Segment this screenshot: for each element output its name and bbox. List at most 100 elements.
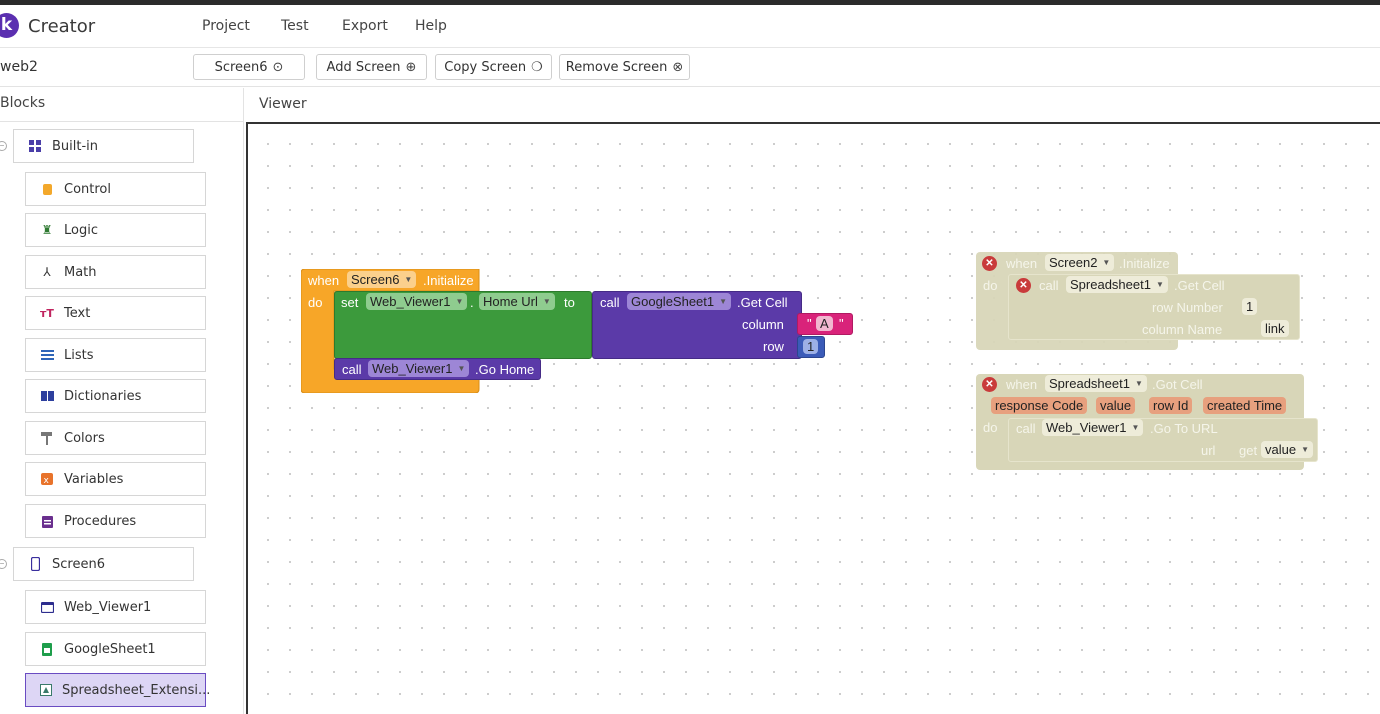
- dropdown-arrow-icon: ▼: [455, 297, 464, 306]
- screen-dropdown[interactable]: Screen6 ▼: [347, 271, 417, 288]
- row-number-label: row Number: [1152, 300, 1223, 315]
- row-number-value: 1: [1246, 299, 1254, 314]
- error-icon[interactable]: ✕: [982, 256, 997, 271]
- property-dropdown[interactable]: Home Url ▼: [479, 293, 555, 310]
- viewer-dropdown[interactable]: Web_Viewer1 ▼: [1042, 419, 1144, 436]
- copy-screen-label: Copy Screen: [444, 59, 527, 75]
- tree-item-dictionaries[interactable]: Dictionaries: [25, 379, 206, 413]
- menu-test[interactable]: Test: [281, 18, 309, 34]
- chevron-circle-icon: ⊙: [272, 59, 284, 75]
- column-name-value: link: [1265, 321, 1285, 336]
- remove-screen-button[interactable]: Remove Screen ⊗: [559, 54, 690, 80]
- number-value-field[interactable]: 1: [803, 339, 819, 354]
- screen-collapse-icon[interactable]: −: [0, 559, 7, 569]
- tree-node-builtin[interactable]: Built-in: [13, 129, 194, 163]
- method-name: .Go Home: [475, 362, 535, 377]
- dropdown-arrow-icon: ▼: [1102, 258, 1111, 267]
- row-number-value-field[interactable]: 1: [1242, 298, 1258, 315]
- dropdown-arrow-icon: ▼: [457, 364, 466, 373]
- do-keyword: do: [983, 278, 998, 293]
- tree-item-label: Control: [64, 181, 111, 197]
- tree-node-label: Screen6: [52, 556, 105, 572]
- event-name: .Initialize: [1119, 256, 1170, 271]
- tree-item-procedures[interactable]: Procedures: [25, 504, 206, 538]
- phone-icon: [28, 557, 42, 571]
- toolbar: web2 Screen6 ⊙ Add Screen ⊕ Copy Screen …: [0, 49, 1380, 87]
- to-keyword: to: [564, 295, 575, 310]
- param-label: created Time: [1207, 398, 1283, 413]
- param-response-code[interactable]: response Code: [991, 397, 1088, 414]
- get-keyword: get: [1239, 443, 1258, 458]
- tree-item-label: Math: [64, 264, 97, 280]
- set-keyword: set: [341, 295, 359, 310]
- column-label: column: [742, 317, 784, 332]
- blocks-workspace[interactable]: when Screen6 ▼ .Initialize do set Web_Vie…: [246, 122, 1380, 714]
- row-label: row: [763, 339, 784, 354]
- add-circle-icon: ⊕: [405, 59, 417, 75]
- tree-node-screen[interactable]: Screen6: [13, 547, 194, 581]
- quote-close: ": [839, 316, 844, 331]
- component-dropdown[interactable]: Spreadsheet1 ▼: [1066, 276, 1168, 293]
- call-keyword: call: [600, 295, 620, 310]
- error-icon[interactable]: ✕: [982, 377, 997, 392]
- tree-item-control[interactable]: Control: [25, 172, 206, 206]
- screen-select-button[interactable]: Screen6 ⊙: [193, 54, 305, 80]
- menu-project[interactable]: Project: [202, 18, 250, 34]
- tree-item-label: Variables: [64, 471, 124, 487]
- text-value-field[interactable]: A: [816, 316, 833, 331]
- param-label: response Code: [995, 398, 1084, 413]
- component-dropdown[interactable]: Spreadsheet1 ▼: [1045, 375, 1147, 392]
- tree-item-web-viewer[interactable]: Web_Viewer1: [25, 590, 206, 624]
- app-logo-icon: k: [0, 13, 19, 38]
- tree-item-label: Procedures: [64, 513, 137, 529]
- blocks-panel: Blocks − Built-in Control ♜ Logic ⅄ Math…: [0, 88, 244, 714]
- tree-item-label: Colors: [64, 430, 105, 446]
- url-label: url: [1201, 443, 1216, 458]
- error-icon[interactable]: ✕: [1016, 278, 1031, 293]
- param-label: row Id: [1153, 398, 1189, 413]
- param-created-time[interactable]: created Time: [1203, 397, 1287, 414]
- screen-select-label: Screen6: [214, 59, 268, 75]
- event-name: .Initialize: [423, 273, 474, 288]
- tree-item-logic[interactable]: ♜ Logic: [25, 213, 206, 247]
- tree-item-math[interactable]: ⅄ Math: [25, 255, 206, 289]
- param-value[interactable]: value: [1096, 397, 1136, 414]
- sheet-dropdown[interactable]: GoogleSheet1 ▼: [627, 293, 732, 310]
- dropdown-arrow-icon: ▼: [1131, 423, 1140, 432]
- call-keyword: call: [1039, 278, 1059, 293]
- menu-export[interactable]: Export: [342, 18, 388, 34]
- dropdown-arrow-icon: ▼: [1301, 445, 1309, 454]
- svg-text:x: x: [44, 476, 50, 485]
- sheet-dropdown-value: GoogleSheet1: [631, 294, 715, 309]
- screen-dropdown[interactable]: Screen2 ▼: [1045, 254, 1115, 271]
- param-label: value: [1100, 398, 1132, 413]
- tree-item-googlesheet[interactable]: GoogleSheet1: [25, 632, 206, 666]
- param-row-id[interactable]: row Id: [1149, 397, 1193, 414]
- control-icon: [40, 182, 54, 196]
- tree-item-text[interactable]: ᴛT Text: [25, 296, 206, 330]
- call-keyword: call: [1016, 421, 1036, 436]
- viewer-dropdown-value: Web_Viewer1: [370, 294, 451, 309]
- menu-help[interactable]: Help: [415, 18, 447, 34]
- tree-item-colors[interactable]: Colors: [25, 421, 206, 455]
- variables-icon: x: [40, 472, 54, 486]
- column-name-value-field[interactable]: link: [1261, 320, 1289, 337]
- copy-screen-button[interactable]: Copy Screen ❍: [435, 54, 552, 80]
- tree-item-label: Logic: [64, 222, 98, 238]
- copy-icon: ❍: [531, 59, 543, 75]
- add-screen-button[interactable]: Add Screen ⊕: [316, 54, 427, 80]
- get-value-dropdown[interactable]: value ▼: [1261, 441, 1313, 458]
- tree-item-variables[interactable]: x Variables: [25, 462, 206, 496]
- event-name: .Got Cell: [1152, 377, 1203, 392]
- web-viewer-icon: [40, 600, 54, 614]
- get-value: value: [1265, 442, 1297, 457]
- builtin-collapse-icon[interactable]: −: [0, 141, 7, 151]
- paint-roller-icon: [40, 431, 54, 445]
- dropdown-arrow-icon: ▼: [542, 297, 551, 306]
- viewer-dropdown-2[interactable]: Web_Viewer1 ▼: [368, 360, 470, 377]
- tree-item-lists[interactable]: Lists: [25, 338, 206, 372]
- sheet-icon: [40, 642, 54, 656]
- viewer-dropdown[interactable]: Web_Viewer1 ▼: [366, 293, 468, 310]
- tree-item-spreadsheet-extension[interactable]: Spreadsheet_Extensi...: [25, 673, 210, 707]
- blocks-panel-title: Blocks: [0, 95, 46, 111]
